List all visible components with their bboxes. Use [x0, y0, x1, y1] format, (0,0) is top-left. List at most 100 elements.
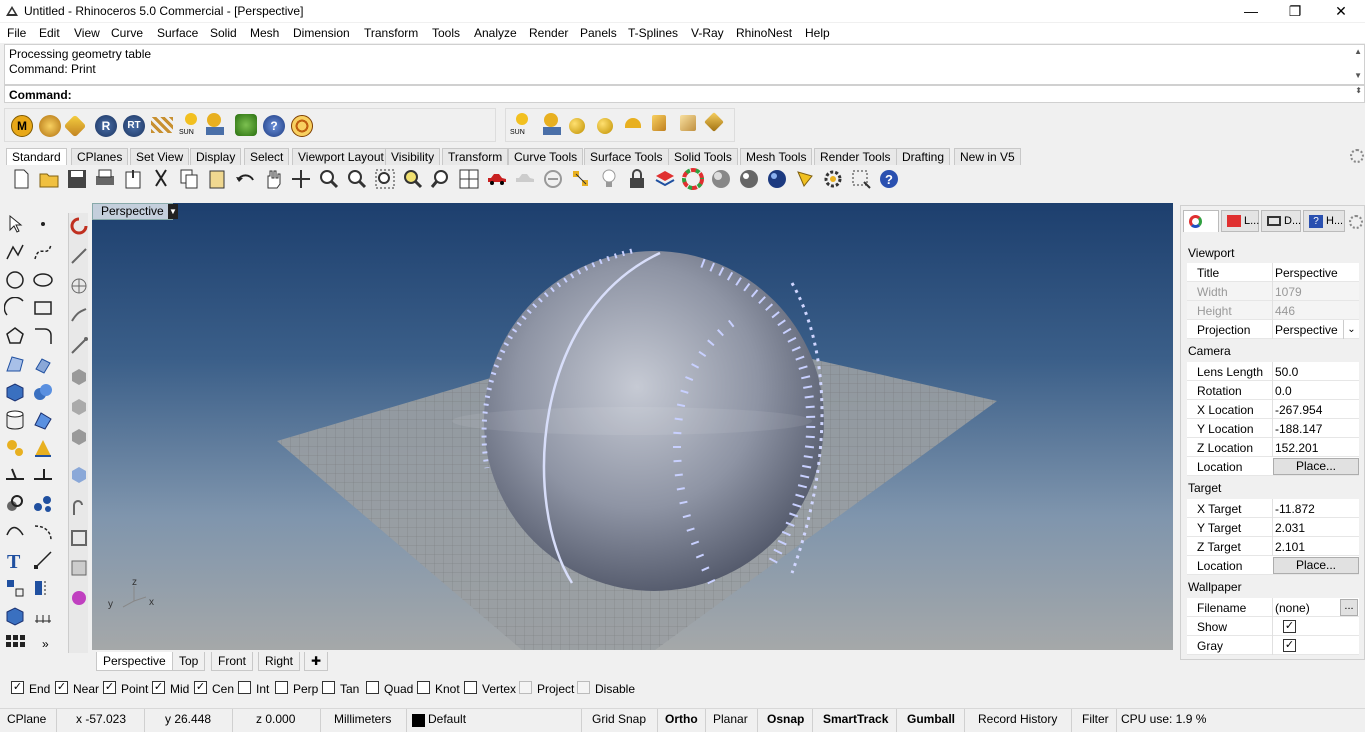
y-location-field[interactable]: -188.147 [1275, 422, 1322, 436]
tab-solid-tools[interactable]: Solid Tools [668, 148, 738, 165]
trim-icon[interactable] [4, 465, 26, 487]
vptab-front[interactable]: Front [211, 652, 254, 671]
color-wheel-icon[interactable] [682, 168, 704, 190]
menu-view[interactable]: View [74, 26, 100, 40]
linear-light-icon[interactable] [652, 115, 666, 131]
chevron-down-icon[interactable]: ⌄ [1343, 320, 1359, 339]
osnap-point-checkbox[interactable]: ✓ [103, 681, 116, 694]
scroll-up-icon[interactable]: ▲ [1354, 47, 1362, 56]
select-arrow-icon[interactable] [4, 213, 26, 235]
cylinder-icon[interactable] [4, 409, 26, 431]
tab-standard[interactable]: Standard [6, 148, 67, 165]
surface-corners-icon[interactable] [4, 353, 26, 375]
menu-render[interactable]: Render [529, 26, 568, 40]
m-icon[interactable]: M [11, 115, 33, 137]
gear-icon[interactable] [1350, 149, 1364, 163]
menu-solid[interactable]: Solid [210, 26, 237, 40]
gray-checkbox[interactable]: ✓ [1283, 639, 1296, 652]
select-window-icon[interactable] [850, 168, 872, 190]
osnap-disable-checkbox[interactable] [577, 681, 590, 694]
menu-tsplines[interactable]: T-Splines [628, 26, 678, 40]
fillet-icon[interactable] [32, 325, 54, 347]
tab-layers[interactable]: L... [1221, 210, 1259, 232]
revolve-icon[interactable] [68, 215, 90, 237]
zoom-window-icon[interactable] [346, 168, 368, 190]
close-button[interactable]: ✕ [1318, 0, 1364, 22]
network-icon[interactable] [68, 275, 90, 297]
polyline-icon[interactable] [4, 241, 26, 263]
z-location-field[interactable]: 152.201 [1275, 441, 1318, 455]
dome-light-icon[interactable] [625, 118, 641, 128]
four-view-icon[interactable] [458, 168, 480, 190]
osnap-near-checkbox[interactable]: ✓ [55, 681, 68, 694]
mesh-icon[interactable] [32, 409, 54, 431]
planar-toggle[interactable]: Planar [713, 712, 748, 726]
osnap-vertex-checkbox[interactable] [464, 681, 477, 694]
tab-help[interactable]: ? H... [1303, 210, 1345, 232]
pan-icon[interactable] [262, 168, 284, 190]
extrude-icon[interactable] [32, 353, 54, 375]
block-icon[interactable] [4, 605, 26, 627]
zoom-selected-icon[interactable] [402, 168, 424, 190]
tab-select[interactable]: Select [244, 148, 290, 165]
x-location-field[interactable]: -267.954 [1275, 403, 1322, 417]
explode-icon[interactable] [32, 493, 54, 515]
array-icon[interactable] [4, 633, 26, 655]
rotation-field[interactable]: 0.0 [1275, 384, 1292, 398]
rect-light-icon[interactable] [680, 115, 696, 131]
lock-icon[interactable] [626, 168, 648, 190]
menu-mesh[interactable]: Mesh [250, 26, 279, 40]
tab-new-in-v5[interactable]: New in V5 [954, 148, 1021, 165]
light-tool-icon[interactable] [794, 168, 816, 190]
command-input[interactable]: Command: ⬍ [4, 85, 1365, 103]
tab-render-tools[interactable]: Render Tools [814, 148, 897, 165]
menu-surface[interactable]: Surface [157, 26, 198, 40]
layer-icon[interactable] [654, 168, 676, 190]
directional-light-icon[interactable] [704, 112, 724, 132]
rectangle-icon[interactable] [32, 297, 54, 319]
lens-length-field[interactable]: 50.0 [1275, 365, 1298, 379]
tab-surface-tools[interactable]: Surface Tools [584, 148, 669, 165]
target-icon[interactable] [291, 115, 313, 137]
tab-display[interactable]: Display [190, 148, 242, 165]
tab-curve-tools[interactable]: Curve Tools [508, 148, 584, 165]
status-units[interactable]: Millimeters [334, 712, 391, 726]
solid-side-icon[interactable] [68, 365, 90, 387]
osnap-end-checkbox[interactable]: ✓ [11, 681, 24, 694]
tab-visibility[interactable]: Visibility [385, 148, 441, 165]
material-icon[interactable] [39, 115, 61, 137]
car-icon[interactable] [486, 168, 508, 190]
osnap-quad-checkbox[interactable] [366, 681, 379, 694]
cut-icon[interactable] [150, 168, 172, 190]
ghosted-icon[interactable] [514, 168, 536, 190]
tab-drafting[interactable]: Drafting [896, 148, 951, 165]
target-place-button[interactable]: Place... [1273, 557, 1359, 574]
help-icon[interactable]: ? [263, 115, 285, 137]
point-icon[interactable] [32, 213, 54, 235]
menu-help[interactable]: Help [805, 26, 830, 40]
menu-file[interactable]: File [7, 26, 26, 40]
light-icon[interactable] [207, 113, 221, 127]
point-light-icon[interactable] [569, 118, 585, 134]
menu-transform[interactable]: Transform [364, 26, 418, 40]
solid-side2-icon[interactable] [68, 395, 90, 417]
filename-field[interactable]: (none) [1275, 601, 1310, 615]
ellipse-icon[interactable] [32, 269, 54, 291]
tab-set-view[interactable]: Set View [130, 148, 190, 165]
solid-side4-icon[interactable] [68, 463, 90, 485]
print-icon[interactable] [94, 168, 116, 190]
tab-viewport-layout[interactable]: Viewport Layout [292, 148, 390, 165]
gradient-icon[interactable] [68, 335, 90, 357]
osnap-mid-checkbox[interactable]: ✓ [152, 681, 165, 694]
osnap-knot-checkbox[interactable] [417, 681, 430, 694]
rotate-view-icon[interactable] [290, 168, 312, 190]
tab-transform[interactable]: Transform [442, 148, 509, 165]
extract-icon[interactable] [68, 587, 90, 609]
tag-icon[interactable] [63, 114, 87, 138]
y-target-field[interactable]: 2.031 [1275, 521, 1305, 535]
vptab-top[interactable]: Top [172, 652, 206, 671]
circle-icon[interactable] [4, 269, 26, 291]
osnap-int-checkbox[interactable] [238, 681, 251, 694]
solid-side3-icon[interactable] [68, 425, 90, 447]
points-icon[interactable] [570, 168, 592, 190]
